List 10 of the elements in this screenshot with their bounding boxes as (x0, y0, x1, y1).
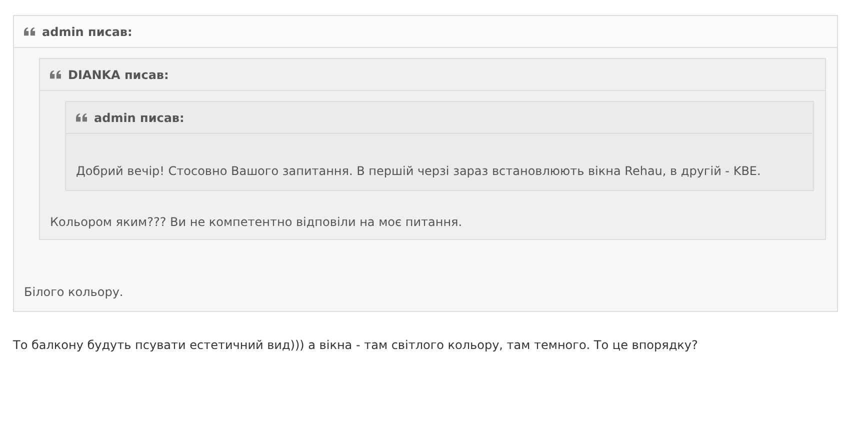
quote-icon (50, 70, 61, 79)
quote-author: admin писав: (94, 110, 184, 124)
quote-icon (76, 113, 87, 122)
quote-text: Добрий вечір! Стосовно Вашого запитання. В першій черзі зараз встановлюють вікна Rehau, в другій - KBE. (76, 164, 762, 178)
quote-author: DIANKA писав: (68, 68, 169, 82)
quote-text: Кольором яким??? Ви не компетентно відповіли на моє питання. (50, 215, 464, 229)
quote-author: admin писав: (42, 24, 132, 38)
message-text: То балкону будуть псувати естетичний вид))) а вікна - там світлого кольору, там темного. То це впорядку? (13, 338, 699, 352)
quote-text: Білого кольору. (24, 285, 124, 299)
quote-icon (24, 27, 35, 36)
